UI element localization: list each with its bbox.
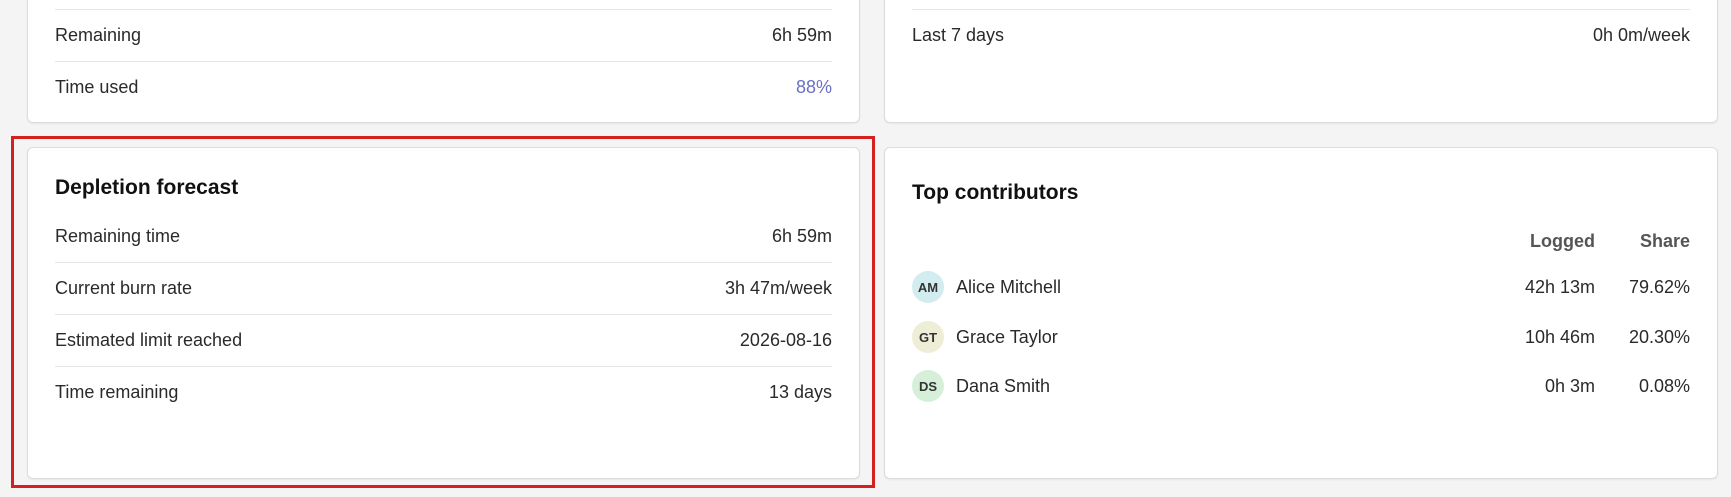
depletion-forecast-title: Depletion forecast <box>55 176 239 199</box>
contributor-name: Grace Taylor <box>956 326 1058 347</box>
forecast-label: Time remaining <box>55 382 179 402</box>
usage-summary-card: Remaining 6h 59m Time used 88% <box>27 0 860 123</box>
contributor-row[interactable]: GT Grace Taylor 10h 46m 20.30% <box>912 320 1690 354</box>
forecast-row-limit-reached: Estimated limit reached 2026-08-16 <box>55 314 832 366</box>
forecast-label: Estimated limit reached <box>55 330 243 350</box>
column-header-logged: Logged <box>1530 231 1595 251</box>
forecast-value: 13 days <box>768 382 832 402</box>
forecast-label: Remaining time <box>55 225 181 246</box>
forecast-value: 2026-08-16 <box>739 330 832 350</box>
depletion-forecast-card: Depletion forecast Remaining time 6h 59m… <box>27 147 860 479</box>
contributor-name: Dana Smith <box>956 375 1051 396</box>
time-used-row: Time used 88% <box>55 61 832 113</box>
avatar: GT <box>912 321 944 353</box>
contributor-logged: 10h 46m <box>1524 326 1595 347</box>
contributor-row[interactable]: AM Alice Mitchell 42h 13m 79.62% <box>912 270 1690 304</box>
last-7-days-label: Last 7 days <box>912 25 1005 45</box>
forecast-row-time-remaining: Time remaining 13 days <box>55 366 832 418</box>
contributor-logged: 0h 3m <box>1544 375 1595 396</box>
last-7-days-value: 0h 0m/week <box>1592 25 1690 45</box>
remaining-label: Remaining <box>55 25 142 45</box>
time-used-value: 88% <box>795 77 832 97</box>
top-contributors-card: Top contributors Logged Share AM Alice M… <box>884 147 1718 479</box>
last-7-days-row: Last 7 days 0h 0m/week <box>912 9 1690 61</box>
contributor-share: 79.62% <box>1628 276 1690 297</box>
forecast-row-burn-rate: Current burn rate 3h 47m/week <box>55 262 832 314</box>
forecast-label: Current burn rate <box>55 278 193 298</box>
forecast-row-remaining-time: Remaining time 6h 59m <box>55 210 832 262</box>
contributor-name: Alice Mitchell <box>956 276 1062 297</box>
remaining-row: Remaining 6h 59m <box>55 9 832 61</box>
forecast-value: 3h 47m/week <box>724 278 832 298</box>
contributor-logged: 42h 13m <box>1524 276 1595 297</box>
contributor-share: 20.30% <box>1628 326 1690 347</box>
remaining-value: 6h 59m <box>771 25 832 45</box>
top-contributors-title: Top contributors <box>912 181 1079 204</box>
burn-rate-card: Last 7 days 0h 0m/week <box>884 0 1718 123</box>
time-used-label: Time used <box>55 77 139 97</box>
forecast-value: 6h 59m <box>771 225 832 246</box>
contributor-share: 0.08% <box>1638 375 1690 396</box>
contributor-row[interactable]: DS Dana Smith 0h 3m 0.08% <box>912 369 1690 403</box>
column-header-share: Share <box>1639 231 1690 251</box>
avatar: AM <box>912 271 944 303</box>
avatar: DS <box>912 370 944 402</box>
